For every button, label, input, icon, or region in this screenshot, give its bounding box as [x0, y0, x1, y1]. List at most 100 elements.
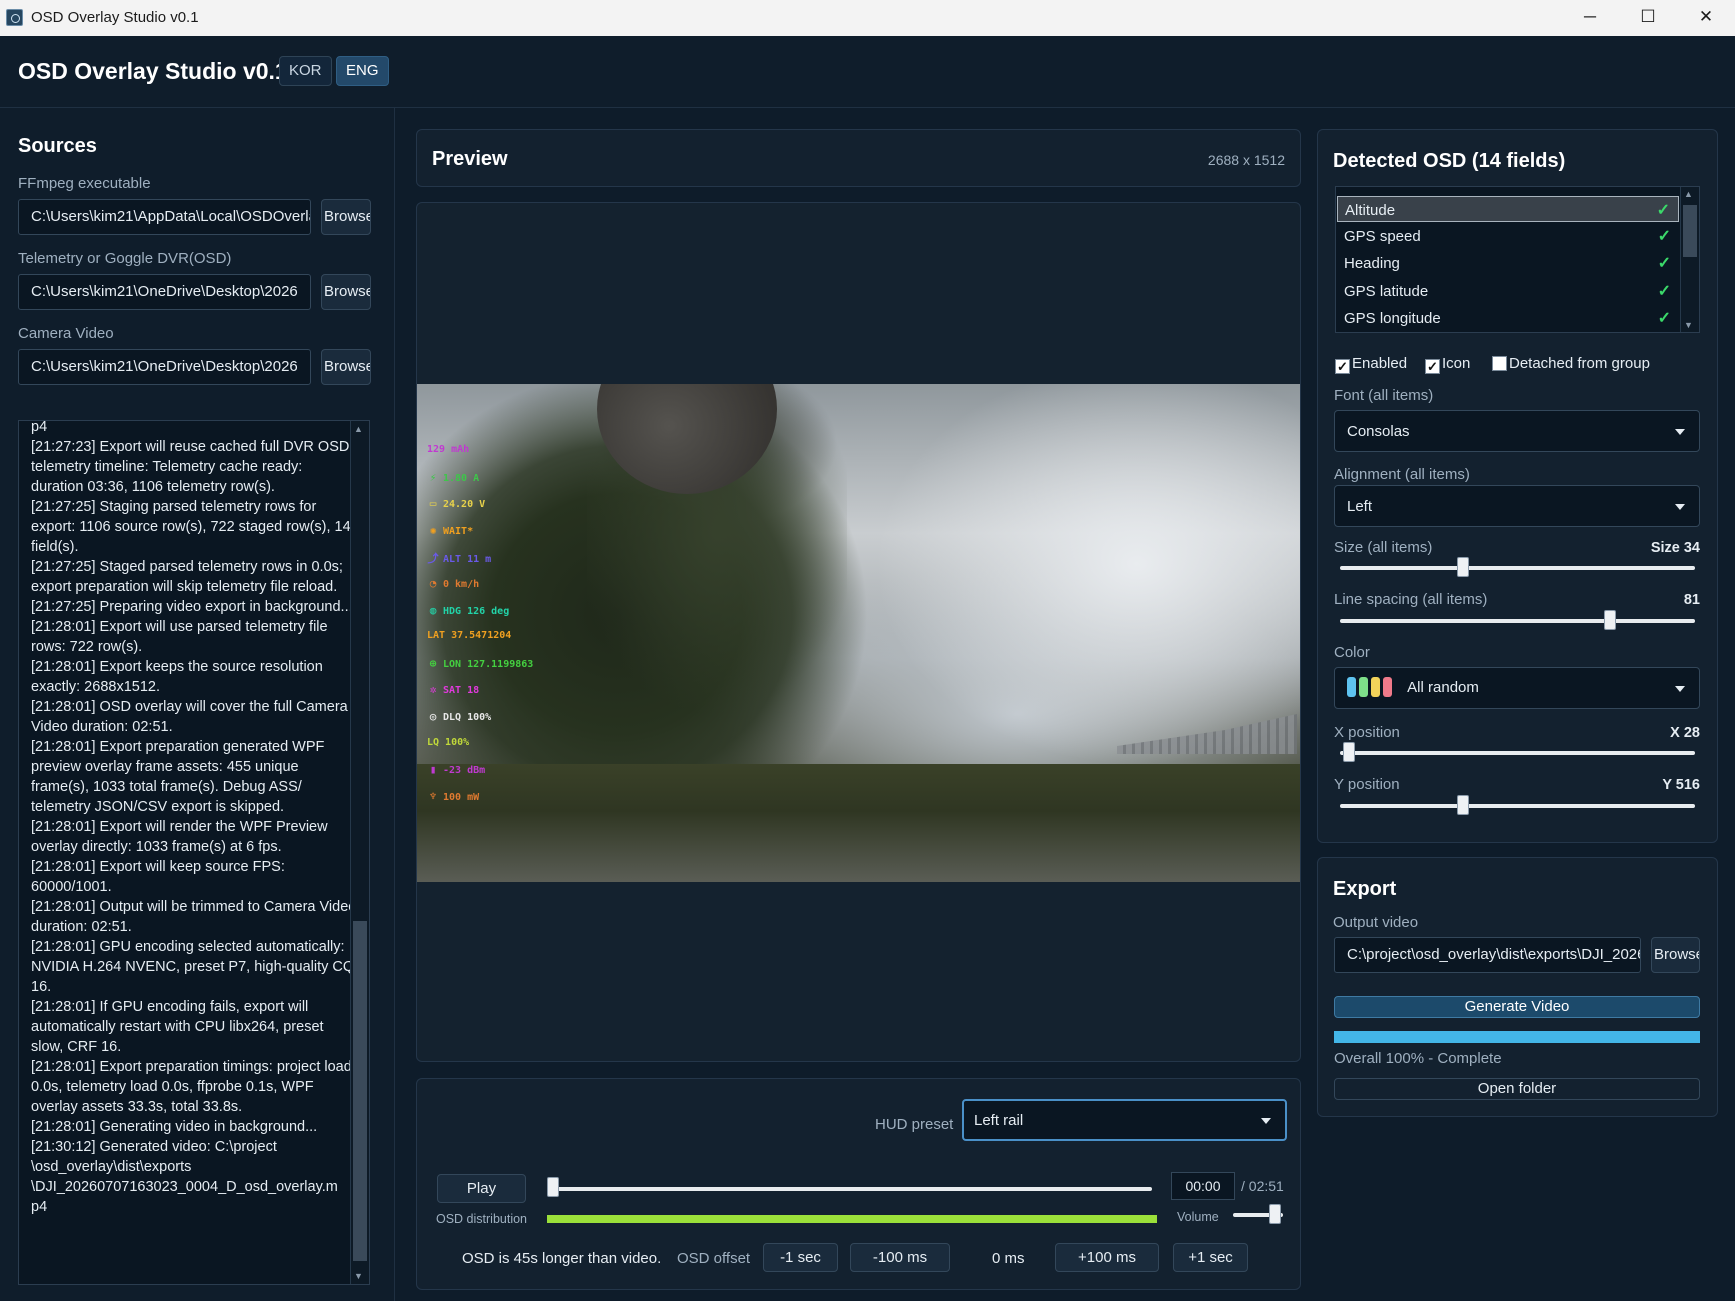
osd-line: ♆ 100 mW [427, 790, 479, 803]
list-item[interactable]: Heading ✓ [1337, 250, 1679, 276]
ypos-label: Y position [1334, 776, 1400, 793]
generate-video-button[interactable]: Generate Video [1334, 996, 1700, 1018]
ffmpeg-browse-button[interactable]: Browse [321, 199, 371, 235]
osd-offset-label: OSD offset [677, 1250, 751, 1267]
spacing-thumb[interactable] [1604, 610, 1617, 630]
gps-fix-icon: ✺ [429, 523, 437, 537]
detached-check-box [1492, 356, 1507, 371]
osd-line: 129 mAh [427, 444, 469, 455]
current-time-field[interactable]: 00:00 [1171, 1172, 1235, 1200]
ffmpeg-path-field[interactable]: C:\Users\kim21\AppData\Local\OSDOverlay [18, 199, 311, 235]
app-icon [6, 9, 23, 26]
lang-kor-button[interactable]: KOR [279, 56, 332, 86]
spacing-track[interactable] [1340, 619, 1695, 623]
seek-thumb[interactable] [547, 1177, 559, 1197]
close-button[interactable]: ✕ [1677, 0, 1735, 36]
video-preview-area[interactable]: 129 mAh ⚡ 1.80 A ▭ 24.20 V ✺ WAIT* ⤴ ALT 11 m ◔ 0 … [416, 202, 1301, 1062]
output-browse-button[interactable]: Browse [1651, 937, 1700, 973]
list-item[interactable]: GPS longitude ✓ [1337, 305, 1679, 331]
minimize-button[interactable]: ─ [1561, 0, 1619, 36]
enabled-check-icon: ✓ [1335, 359, 1350, 374]
list-item[interactable]: GPS latitude ✓ [1337, 278, 1679, 304]
icon-checkbox[interactable]: ✓ Icon [1425, 355, 1470, 374]
speedometer-icon: ◔ [429, 577, 437, 590]
volume-label: Volume [1177, 1210, 1219, 1224]
offset-plus-1sec-button[interactable]: +1 sec [1173, 1243, 1248, 1272]
log-scroll-thumb[interactable] [353, 921, 367, 1261]
maximize-icon: ☐ [1640, 7, 1656, 26]
log-output[interactable]: p4 [21:27:23] Export will reuse cached f… [18, 420, 370, 1285]
seek-track[interactable] [547, 1187, 1152, 1191]
lang-eng-button[interactable]: ENG [336, 56, 389, 86]
offset-minus-100ms-button[interactable]: -100 ms [850, 1243, 950, 1272]
osd-distribution-bar [547, 1215, 1157, 1223]
offset-note: OSD is 45s longer than video. [462, 1250, 662, 1267]
alignment-label: Alignment (all items) [1334, 466, 1470, 483]
ypos-thumb[interactable] [1456, 795, 1469, 815]
font-select[interactable]: Consolas [1334, 410, 1700, 452]
list-item[interactable]: GPS speed ✓ [1337, 223, 1679, 249]
osd-line: ⚡ 1.80 A [427, 471, 479, 484]
open-folder-button[interactable]: Open folder [1334, 1078, 1700, 1100]
check-icon: ✓ [1656, 202, 1670, 219]
camera-path-field[interactable]: C:\Users\kim21\OneDrive\Desktop\2026 [18, 349, 311, 385]
app-header: OSD Overlay Studio v0.1 KOR ENG [0, 36, 1735, 108]
hud-preset-select[interactable]: Left rail [962, 1099, 1287, 1141]
telemetry-browse-button[interactable]: Browse [321, 274, 371, 310]
color-select[interactable]: All random [1334, 667, 1700, 709]
ffmpeg-label: FFmpeg executable [18, 175, 151, 192]
log-scrollbar[interactable]: ▲ ▼ [350, 421, 369, 1284]
list-item[interactable]: Altitude ✓ [1337, 196, 1679, 222]
output-video-label: Output video [1333, 914, 1419, 931]
xpos-label: X position [1334, 724, 1400, 741]
volume-thumb[interactable] [1269, 1204, 1282, 1224]
check-icon: ✓ [1657, 310, 1671, 327]
xpos-track[interactable] [1340, 751, 1695, 755]
xpos-value: X 28 [1670, 725, 1700, 741]
osd-line: LQ 100% [427, 737, 469, 748]
osd-line: ▭ 24.20 V [427, 497, 485, 510]
camera-browse-button[interactable]: Browse [321, 349, 371, 385]
osd-field-list[interactable]: Altitude ✓ GPS speed ✓ Heading ✓ GPS latitu… [1335, 186, 1700, 333]
scroll-down-icon[interactable]: ▼ [354, 1271, 363, 1281]
color-swatch-3 [1371, 677, 1380, 697]
telemetry-path-field[interactable]: C:\Users\kim21\OneDrive\Desktop\2026 [18, 274, 311, 310]
progress-text: Overall 100% - Complete [1334, 1050, 1502, 1067]
globe-icon: ⊕ [429, 656, 437, 670]
hud-preset-value: Left rail [974, 1112, 1024, 1129]
icon-check-icon: ✓ [1425, 359, 1440, 374]
total-time: / 02:51 [1241, 1178, 1284, 1194]
alignment-select[interactable]: Left [1334, 485, 1700, 527]
playback-controls: HUD preset Left rail Play 00:00 / 02:51 … [416, 1078, 1301, 1290]
offset-plus-100ms-button[interactable]: +100 ms [1055, 1243, 1159, 1272]
export-progress-bar [1334, 1031, 1700, 1043]
ypos-track[interactable] [1340, 804, 1695, 808]
battery-icon: ▭ [429, 497, 437, 511]
scroll-down-icon[interactable]: ▼ [1684, 320, 1693, 330]
preview-title: Preview [432, 148, 508, 170]
size-track[interactable] [1340, 566, 1695, 570]
play-button[interactable]: Play [437, 1174, 526, 1203]
grass-ground [417, 764, 1300, 882]
osd-line-text: 24.20 V [443, 499, 486, 511]
current-icon: ⚡ [429, 470, 437, 484]
output-path-field[interactable]: C:\project\osd_overlay\dist\exports\DJI_… [1334, 937, 1641, 973]
spacing-value: 81 [1683, 592, 1700, 608]
enabled-checkbox[interactable]: ✓ Enabled [1335, 355, 1407, 374]
detached-checkbox[interactable]: Detached from group [1492, 355, 1650, 372]
hud-preset-label: HUD preset [875, 1116, 954, 1133]
list-scrollbar[interactable]: ▲ ▼ [1680, 187, 1699, 332]
maximize-button[interactable]: ☐ [1619, 0, 1677, 36]
scroll-up-icon[interactable]: ▲ [1684, 189, 1693, 199]
osd-line-text: 0 km/h [443, 579, 480, 590]
xpos-thumb[interactable] [1343, 742, 1356, 762]
preview-header: Preview 2688 x 1512 [416, 129, 1301, 187]
scroll-up-icon[interactable]: ▲ [354, 424, 363, 434]
offset-minus-1sec-button[interactable]: -1 sec [763, 1243, 838, 1272]
app-title: OSD Overlay Studio v0.1 [18, 58, 288, 84]
satellite-icon: ✲ [429, 683, 437, 697]
list-scroll-thumb[interactable] [1683, 205, 1697, 257]
color-label: Color [1334, 644, 1370, 661]
size-thumb[interactable] [1456, 557, 1469, 577]
size-label: Size (all items) [1334, 539, 1433, 556]
